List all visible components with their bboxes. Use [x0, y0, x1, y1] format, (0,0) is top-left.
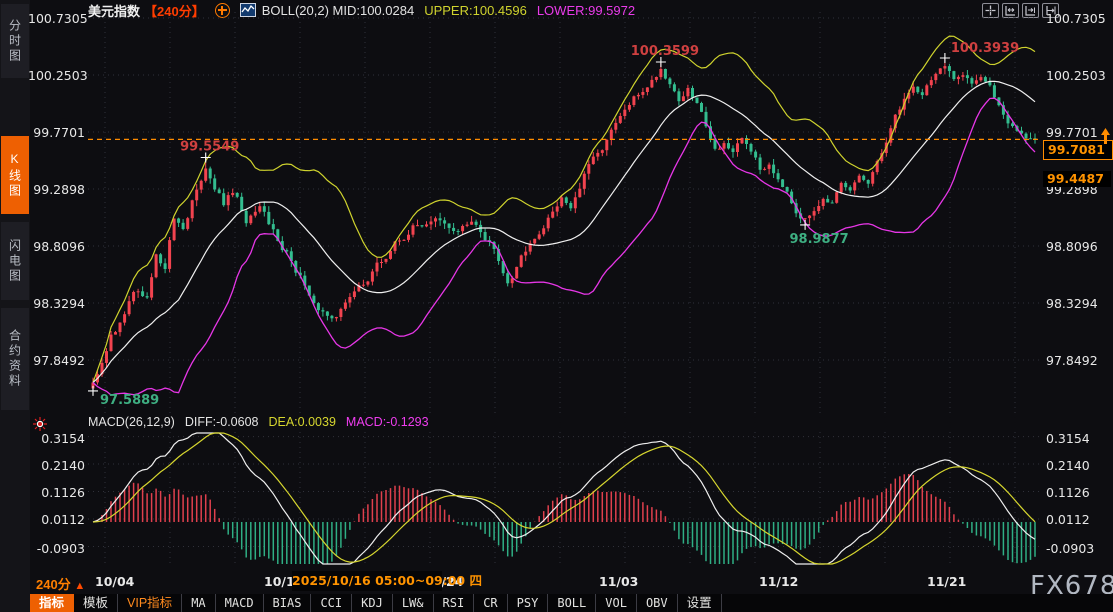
indicator-toolbar: 指标 模板 VIP指标 MA MACD BIAS CCI KDJ LW& RSI… — [30, 594, 1113, 612]
boll-upper-line — [93, 36, 1035, 382]
svg-text:97.5889: 97.5889 — [100, 393, 159, 408]
x-tick: 11/21 — [927, 574, 966, 589]
sidebar-tab-timeshare[interactable]: 分时图 — [1, 4, 29, 78]
toolbar-tab-obv[interactable]: OBV — [637, 594, 678, 612]
toolbar-tab-settings[interactable]: 设置 — [678, 594, 722, 612]
period-text: 240分 — [36, 577, 71, 592]
macd-tick-right: -0.0903 — [1046, 541, 1110, 556]
toolbar-tab-bias[interactable]: BIAS — [264, 594, 312, 612]
sidebar-tab-kline[interactable]: K线图 — [1, 136, 29, 214]
trading-terminal: 分时图 K线图 闪电图 合约资料 美元指数 【240分】 BOLL(20,2) … — [0, 0, 1113, 612]
alert-blink-icon — [33, 417, 47, 431]
price-tick-left: 98.3294 — [28, 296, 85, 311]
price-tick-right: 98.3294 — [1046, 296, 1110, 311]
extreme-marker: 98.9877 — [789, 220, 848, 247]
period-selector[interactable]: 240分 ▲ — [36, 574, 85, 593]
extreme-marker: 100.3939 — [940, 41, 1019, 63]
macd-indicator-name: MACD(26,12,9) — [88, 415, 175, 430]
candlestick-chart[interactable]: 97.5889 99.5549 100.3599 98.9877 100.3939 — [88, 10, 1040, 415]
macd-tick-left: -0.0903 — [28, 541, 85, 556]
toolbar-tab-boll[interactable]: BOLL — [548, 594, 596, 612]
macd-tick-right: 0.2140 — [1046, 458, 1110, 473]
price-tick-left: 99.2898 — [28, 182, 85, 197]
macd-diff-line — [93, 433, 1035, 564]
toolbar-tab-ma[interactable]: MA — [182, 594, 215, 612]
svg-text:98.9877: 98.9877 — [789, 232, 848, 247]
sidebar-tab-label: 合约资料 — [7, 329, 24, 389]
toolbar-tab-lw[interactable]: LW& — [393, 594, 434, 612]
toolbar-tab-indicator[interactable]: 指标 — [30, 594, 74, 612]
macd-dea-value: DEA:0.0039 — [268, 415, 335, 430]
x-tick: 10/04 — [95, 574, 134, 589]
sidebar-tab-lightning[interactable]: 闪电图 — [1, 222, 29, 300]
macd-tick-left: 0.2140 — [28, 458, 85, 473]
svg-text:100.3939: 100.3939 — [951, 41, 1019, 56]
toolbar-tab-vip[interactable]: VIP指标 — [118, 594, 182, 612]
price-tick-left: 100.2503 — [28, 68, 85, 83]
extreme-marker: 99.5549 — [180, 140, 239, 163]
macd-tick-right: 0.0112 — [1046, 512, 1110, 527]
period-arrow-icon: ▲ — [74, 580, 85, 592]
macd-header: MACD(26,12,9) DIFF:-0.0608 DEA:0.0039 MA… — [88, 415, 429, 430]
price-tick-right: 98.8096 — [1046, 239, 1110, 254]
x-tick: 11/03 — [599, 574, 638, 589]
toolbar-tab-kdj[interactable]: KDJ — [352, 594, 393, 612]
x-axis-row: 240分 ▲ 10/04 10/15 10/24 11/03 11/12 11/… — [30, 569, 1113, 594]
macd-tick-left: 0.3154 — [28, 431, 85, 446]
svg-text:100.3599: 100.3599 — [631, 44, 699, 59]
toolbar-tab-cci[interactable]: CCI — [311, 594, 352, 612]
toolbar-tab-macd[interactable]: MACD — [216, 594, 264, 612]
price-tick-right: 100.2503 — [1046, 68, 1110, 83]
extreme-marker: 100.3599 — [631, 44, 699, 67]
macd-tick-left: 0.0112 — [28, 512, 85, 527]
svg-text:99.5549: 99.5549 — [180, 140, 239, 155]
macd-chart[interactable] — [88, 430, 1040, 567]
hover-datetime-tooltip: 2025/10/16 05:00~09:00 四 — [292, 571, 442, 591]
candles — [92, 58, 1037, 391]
price-tick-left: 100.7305 — [28, 11, 85, 26]
scroll-to-latest-icon[interactable] — [1100, 128, 1111, 145]
macd-tick-right: 0.3154 — [1046, 431, 1110, 446]
toolbar-tab-rsi[interactable]: RSI — [434, 594, 475, 612]
macd-diff-value: DIFF:-0.0608 — [185, 415, 259, 430]
toolbar-tab-cr[interactable]: CR — [474, 594, 507, 612]
toolbar-tab-vol[interactable]: VOL — [596, 594, 637, 612]
price-tick-left: 98.8096 — [28, 239, 85, 254]
macd-tick-left: 0.1126 — [28, 485, 85, 500]
alert-price-label: 99.4487 — [1043, 171, 1111, 187]
macd-dea-line — [93, 433, 1035, 564]
sidebar: 分时图 K线图 闪电图 合约资料 — [0, 0, 30, 612]
macd-macd-value: MACD:-0.1293 — [346, 415, 429, 430]
x-tick: 11/12 — [759, 574, 798, 589]
price-tick-left: 97.8492 — [28, 353, 85, 368]
price-tick-right: 97.8492 — [1046, 353, 1110, 368]
price-tick-left: 99.7701 — [28, 125, 85, 140]
sidebar-tab-label: 分时图 — [7, 19, 24, 64]
toolbar-tab-psy[interactable]: PSY — [508, 594, 549, 612]
sidebar-tab-label: K线图 — [7, 152, 24, 199]
sidebar-tab-contract-info[interactable]: 合约资料 — [1, 308, 29, 410]
sidebar-tab-label: 闪电图 — [7, 239, 24, 284]
price-tick-right: 100.7305 — [1046, 11, 1110, 26]
macd-tick-right: 0.1126 — [1046, 485, 1110, 500]
toolbar-tab-template[interactable]: 模板 — [74, 594, 118, 612]
